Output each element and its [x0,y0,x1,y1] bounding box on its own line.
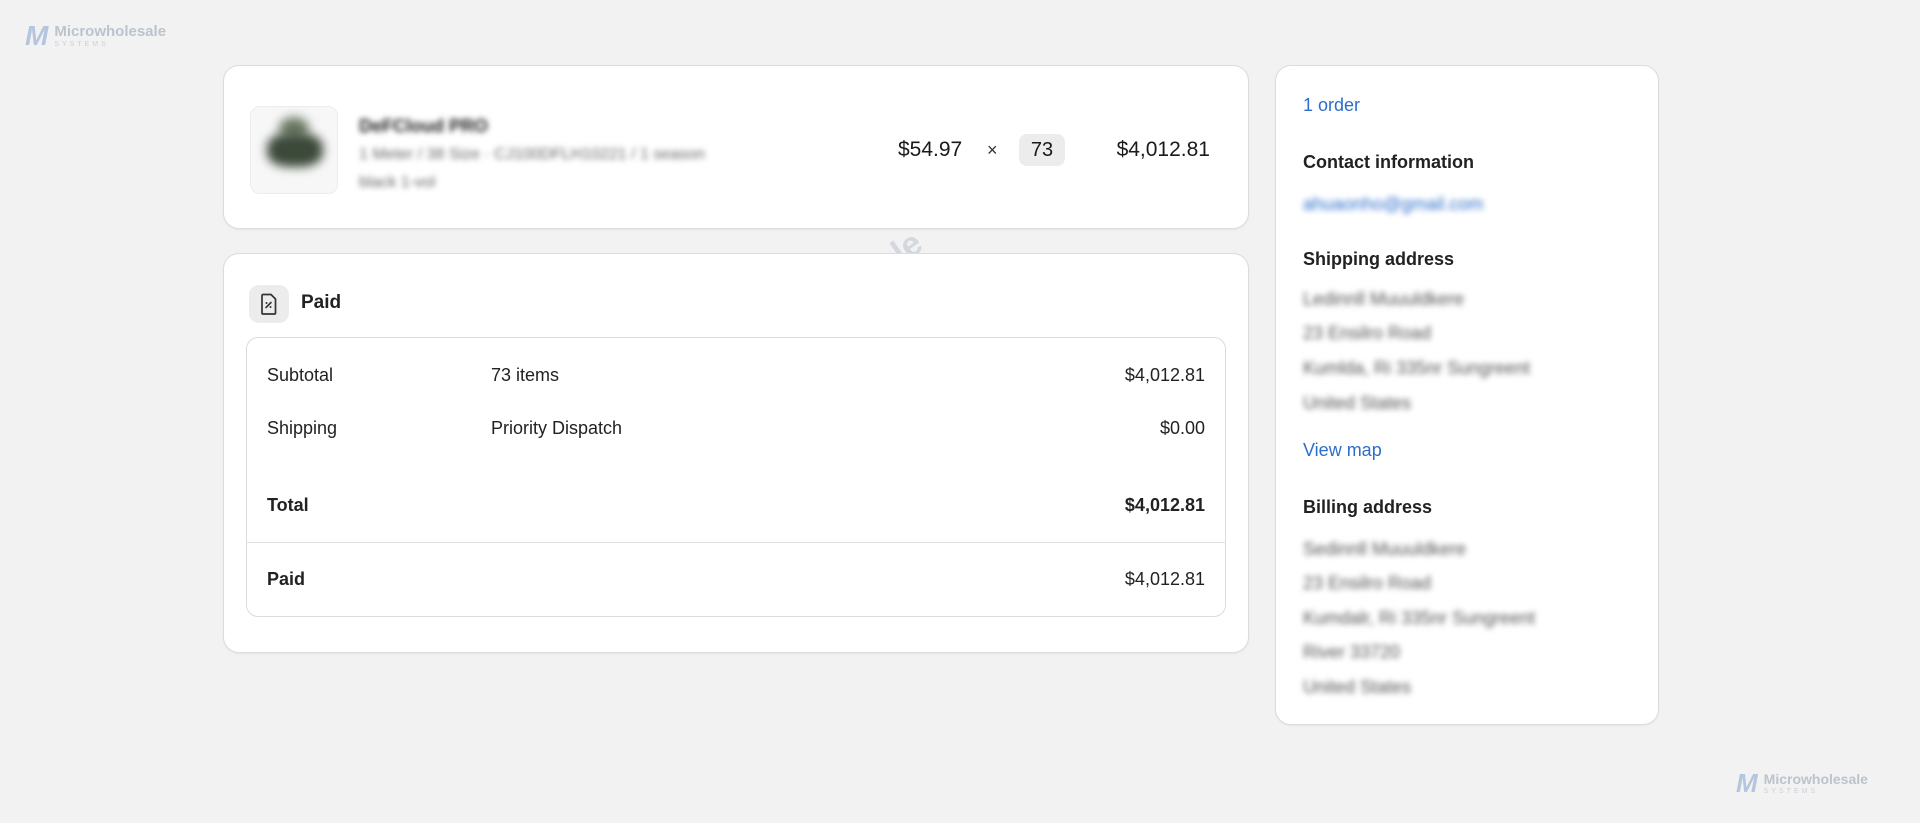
payment-card: Paid Subtotal 73 items $4,012.81 Shippin… [223,253,1249,653]
brand-mark-icon: M [25,20,49,51]
brand-logo: M Microwholesale SYSTEMS [25,20,166,52]
payment-status-title: Paid [301,292,342,313]
subtotal-label: Subtotal [267,365,334,385]
receipt-icon [249,285,289,323]
brand-tagline: SYSTEMS [54,41,109,48]
brand-name: Microwholesale [54,23,167,40]
shipping-line: Ledinnll Muuuldkere [1303,289,1465,309]
shipping-address-heading: Shipping address [1303,249,1455,269]
billing-line: United States [1303,677,1412,697]
product-thumbnail[interactable] [250,106,338,194]
line-item-card: DeFCloud PRO 1 Meter / 38 Size · CJ100DF… [223,65,1249,229]
shipping-line: Kumlda, Ri 335nr Sungreent [1303,358,1531,378]
billing-line: Sedinnll Muuuldkere [1303,539,1467,559]
subtotal-items: 73 items [491,365,560,385]
quantity-badge: 73 [1019,134,1065,166]
shipping-line: United States [1303,393,1412,413]
billing-address-heading: Billing address [1303,497,1433,517]
footer-mark-icon: M [1736,768,1758,798]
product-extra: black 1-vol [359,174,436,191]
view-map-link[interactable]: View map [1303,440,1382,461]
paid-value: $4,012.81 [1124,569,1205,589]
shipping-line: 23 Ensilro Road [1303,323,1432,343]
product-title[interactable]: DeFCloud PRO [359,116,488,137]
brand-logo-footer: M Microwholesale SYSTEMS [1736,768,1868,799]
total-label: Total [267,495,309,515]
paid-label: Paid [267,569,306,589]
customer-card: 1 order Contact information ahuaonho@gma… [1275,65,1659,725]
unit-price: $54.97 [898,138,963,161]
billing-line: Kumdalr, Ri 335nr Sungreent [1303,608,1536,628]
shipping-value: $0.00 [1159,418,1205,438]
footer-brand-tagline: SYSTEMS [1763,788,1819,795]
shipping-label: Shipping [267,418,338,438]
footer-brand-name: Microwholesale [1763,771,1868,787]
customer-email[interactable]: ahuaonho@gmail.com [1303,194,1483,215]
times-symbol: × [987,140,998,160]
contact-heading: Contact information [1303,152,1474,172]
orders-link[interactable]: 1 order [1303,95,1360,116]
shipping-method: Priority Dispatch [491,418,623,438]
total-value: $4,012.81 [1124,495,1205,515]
billing-line: 23 Ensilro Road [1303,573,1432,593]
product-variant: 1 Meter / 38 Size · CJ100DFLH10221 / 1 s… [359,146,705,163]
billing-line: River 33720 [1303,642,1401,662]
payment-summary: Subtotal 73 items $4,012.81 Shipping Pri… [246,337,1226,617]
subtotal-value: $4,012.81 [1124,365,1205,385]
line-total: $4,012.81 [1116,138,1210,161]
summary-divider [247,542,1225,543]
